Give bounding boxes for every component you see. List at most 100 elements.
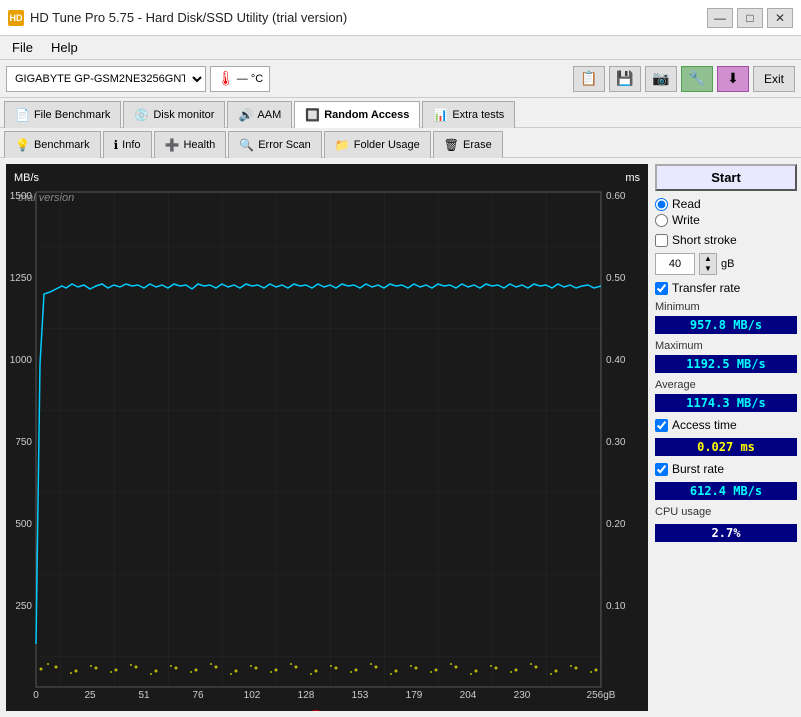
- transfer-rate-label: Transfer rate: [672, 281, 740, 295]
- short-stroke-label: Short stroke: [672, 233, 737, 247]
- tab-random-access-label: Random Access: [324, 109, 409, 121]
- short-stroke-checkbox-label[interactable]: Short stroke: [655, 233, 797, 247]
- start-button[interactable]: Start: [655, 164, 797, 191]
- svg-text:0.50: 0.50: [606, 273, 626, 284]
- stroke-up-button[interactable]: ▲: [700, 254, 716, 264]
- maximum-section: Maximum 1192.5 MB/s: [655, 340, 797, 373]
- stroke-unit-label: gB: [721, 258, 734, 270]
- svg-text:0: 0: [33, 690, 39, 701]
- tab-info-label: Info: [122, 139, 140, 151]
- error-scan-icon: 🔍: [239, 138, 254, 152]
- maximum-value: 1192.5 MB/s: [655, 355, 797, 373]
- tab-info[interactable]: ℹ Info: [103, 131, 152, 158]
- copy-icon-button[interactable]: 📋: [573, 66, 605, 92]
- maximum-label: Maximum: [655, 340, 797, 352]
- svg-text:0.30: 0.30: [606, 437, 626, 448]
- title-bar-controls: — □ ✕: [707, 8, 793, 28]
- svg-text:0.40: 0.40: [606, 355, 626, 366]
- svg-text:500: 500: [15, 519, 32, 530]
- svg-text:128: 128: [298, 690, 315, 701]
- app-icon: HD: [8, 10, 24, 26]
- exit-button[interactable]: Exit: [753, 66, 795, 92]
- camera-icon-button[interactable]: 📷: [645, 66, 677, 92]
- svg-text:51: 51: [138, 690, 150, 701]
- maximize-button[interactable]: □: [737, 8, 763, 28]
- tab-aam[interactable]: 🔊 AAM: [227, 101, 292, 128]
- access-time-value: 0.027 ms: [655, 438, 797, 456]
- stroke-value-input[interactable]: [655, 253, 695, 275]
- report-icon-button[interactable]: 🔧: [681, 66, 713, 92]
- main-content: MB/s ms trial version 1500 1250 1000 750…: [0, 158, 801, 717]
- extra-tests-icon: 📊: [433, 108, 448, 122]
- svg-text:153: 153: [352, 690, 369, 701]
- svg-text:0.10: 0.10: [606, 601, 626, 612]
- disk-monitor-icon: 💿: [134, 108, 149, 122]
- access-time-checkbox-label[interactable]: Access time: [655, 418, 797, 432]
- chart-svg: 1500 1250 1000 750 500 250 0.60 0.50 0.4…: [6, 164, 648, 711]
- tab-random-access[interactable]: 🔲 Random Access: [294, 101, 420, 128]
- tab-file-benchmark[interactable]: 📄 File Benchmark: [4, 101, 121, 128]
- svg-text:204: 204: [460, 690, 477, 701]
- svg-text:230: 230: [514, 690, 531, 701]
- right-panel: Start Read Write Short stroke ▲ ▼ gB: [651, 158, 801, 717]
- cpu-label: CPU usage: [655, 506, 797, 518]
- save-icon-button[interactable]: 💾: [609, 66, 641, 92]
- transfer-rate-checkbox-label[interactable]: Transfer rate: [655, 281, 797, 295]
- benchmark-icon: 💡: [15, 138, 30, 152]
- menu-help[interactable]: Help: [43, 38, 86, 57]
- burst-rate-checkbox-label[interactable]: Burst rate: [655, 462, 797, 476]
- read-radio[interactable]: [655, 198, 668, 211]
- cpu-value: 2.7%: [655, 524, 797, 542]
- erase-icon: 🗑: [444, 138, 459, 152]
- tab-error-scan[interactable]: 🔍 Error Scan: [228, 131, 322, 158]
- tab-benchmark[interactable]: 💡 Benchmark: [4, 131, 101, 158]
- tab-file-benchmark-label: File Benchmark: [34, 109, 110, 121]
- title-bar: HD HD Tune Pro 5.75 - Hard Disk/SSD Util…: [0, 0, 801, 36]
- download-icon-button[interactable]: ⬇: [717, 66, 749, 92]
- svg-text:250: 250: [15, 601, 32, 612]
- svg-text:1000: 1000: [10, 355, 33, 366]
- minimum-value: 957.8 MB/s: [655, 316, 797, 334]
- tab-aam-label: AAM: [257, 109, 281, 121]
- short-stroke-checkbox[interactable]: [655, 234, 668, 247]
- tab-extra-tests-label: Extra tests: [452, 109, 504, 121]
- svg-text:1250: 1250: [10, 273, 33, 284]
- write-radio[interactable]: [655, 214, 668, 227]
- file-benchmark-icon: 📄: [15, 108, 30, 122]
- svg-text:76: 76: [192, 690, 204, 701]
- stroke-spinner: ▲ ▼: [699, 253, 717, 275]
- temp-value: — °C: [237, 73, 263, 85]
- tab-health-label: Health: [183, 139, 215, 151]
- random-access-icon: 🔲: [305, 108, 320, 122]
- temp-display: 🌡 — °C: [210, 66, 270, 92]
- drive-select[interactable]: GIGABYTE GP-GSM2NE3256GNTD (256 ▾: [6, 66, 206, 92]
- write-radio-label[interactable]: Write: [655, 213, 797, 227]
- tab-folder-usage-label: Folder Usage: [354, 139, 420, 151]
- stroke-row: ▲ ▼ gB: [655, 253, 797, 275]
- close-button[interactable]: ✕: [767, 8, 793, 28]
- burst-rate-checkbox[interactable]: [655, 463, 668, 476]
- access-time-checkbox[interactable]: [655, 419, 668, 432]
- access-time-label: Access time: [672, 418, 737, 432]
- thermometer-icon: 🌡: [217, 70, 235, 87]
- window-title: HD Tune Pro 5.75 - Hard Disk/SSD Utility…: [30, 10, 347, 25]
- tab-erase-label: Erase: [463, 139, 492, 151]
- minimum-label: Minimum: [655, 301, 797, 313]
- svg-text:102: 102: [244, 690, 261, 701]
- svg-text:750: 750: [15, 437, 32, 448]
- transfer-rate-checkbox[interactable]: [655, 282, 668, 295]
- stroke-down-button[interactable]: ▼: [700, 264, 716, 274]
- menu-file[interactable]: File: [4, 38, 41, 57]
- tab-disk-monitor[interactable]: 💿 Disk monitor: [123, 101, 225, 128]
- tab-folder-usage[interactable]: 📁 Folder Usage: [324, 131, 431, 158]
- tab-extra-tests[interactable]: 📊 Extra tests: [422, 101, 515, 128]
- tab-health[interactable]: ➕ Health: [154, 131, 227, 158]
- health-icon: ➕: [165, 138, 180, 152]
- read-radio-label[interactable]: Read: [655, 197, 797, 211]
- read-write-radio-group: Read Write: [655, 197, 797, 227]
- svg-text:256gB: 256gB: [587, 690, 616, 701]
- burst-rate-value: 612.4 MB/s: [655, 482, 797, 500]
- tab-erase[interactable]: 🗑 Erase: [433, 131, 503, 158]
- minimize-button[interactable]: —: [707, 8, 733, 28]
- aam-icon: 🔊: [238, 108, 253, 122]
